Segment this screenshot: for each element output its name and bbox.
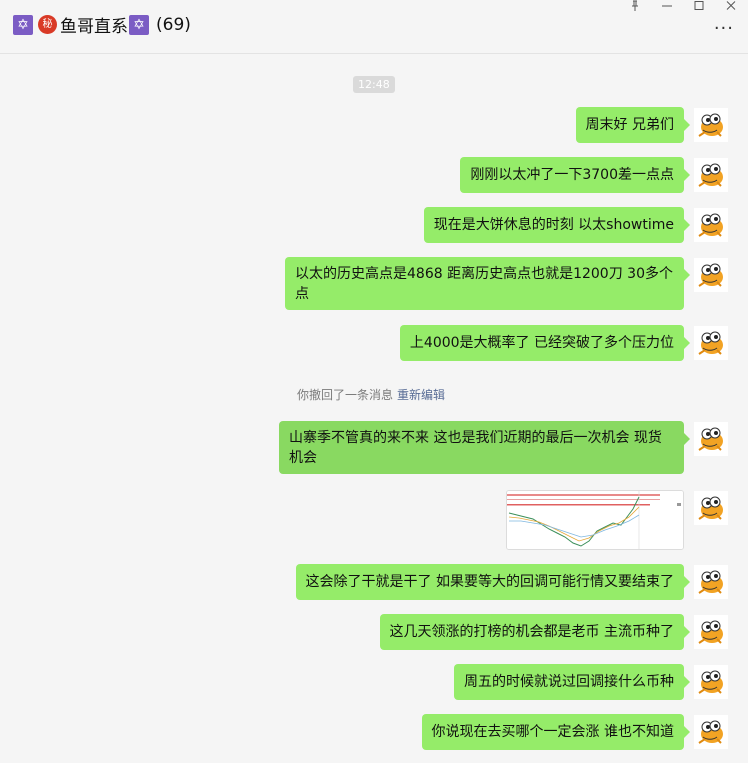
chart-image-message[interactable]: [506, 490, 684, 550]
window-controls: [628, 0, 738, 16]
chat-title[interactable]: ✡ 秘 鱼哥直系 ✡ (69): [13, 12, 191, 37]
avatar[interactable]: [694, 158, 728, 192]
member-count: (69): [156, 14, 191, 35]
timestamp: 12:48: [353, 76, 395, 93]
message-bubble[interactable]: 现在是大饼休息的时刻 以太showtime: [423, 207, 691, 243]
message-bubble[interactable]: 这几天领涨的打榜的机会都是老币 主流币种了: [379, 614, 691, 650]
chat-name: 鱼哥直系: [60, 17, 128, 37]
close-icon[interactable]: [724, 0, 738, 16]
message-bubble[interactable]: 周五的时候就说过回调接什么币种: [454, 664, 690, 700]
avatar[interactable]: [694, 326, 728, 360]
chat-header: ✡ 秘 鱼哥直系 ✡ (69) ···: [0, 0, 748, 54]
avatar[interactable]: [694, 615, 728, 649]
pin-icon[interactable]: [628, 0, 642, 16]
avatar[interactable]: [694, 715, 728, 749]
avatar[interactable]: [694, 208, 728, 242]
avatar[interactable]: [694, 491, 728, 525]
avatar[interactable]: [694, 565, 728, 599]
more-options-icon[interactable]: ···: [714, 18, 734, 39]
avatar[interactable]: [694, 108, 728, 142]
price-chart-thumbnail: [507, 491, 683, 549]
message-bubble[interactable]: 刚刚以太冲了一下3700差一点点: [460, 157, 690, 193]
avatar[interactable]: [694, 665, 728, 699]
maximize-icon[interactable]: [692, 0, 706, 16]
recall-notice: 你撤回了一条消息 重新编辑: [297, 386, 445, 403]
message-bubble[interactable]: 山寨季不管真的来不来 这也是我们近期的最后一次机会 现货机会: [279, 421, 690, 474]
re-edit-link[interactable]: 重新编辑: [397, 388, 445, 402]
star-emoji-icon: ✡: [129, 14, 149, 35]
message-bubble[interactable]: 这会除了干就是干了 如果要等大的回调可能行情又要结束了: [295, 564, 691, 600]
message-bubble[interactable]: 周末好 兄弟们: [575, 107, 691, 143]
message-bubble[interactable]: 你说现在去买哪个一定会涨 谁也不知道: [421, 714, 691, 750]
avatar[interactable]: [694, 258, 728, 292]
minimize-icon[interactable]: [660, 0, 674, 16]
recall-text: 你撤回了一条消息: [297, 388, 394, 402]
message-bubble[interactable]: 上4000是大概率了 已经突破了多个压力位: [399, 325, 691, 361]
message-bubble[interactable]: 以太的历史高点是4868 距离历史高点也就是1200刀 30多个点: [285, 257, 690, 310]
star-emoji-icon: ✡: [13, 14, 33, 35]
secret-emoji-icon: 秘: [38, 15, 57, 34]
avatar[interactable]: [694, 422, 728, 456]
